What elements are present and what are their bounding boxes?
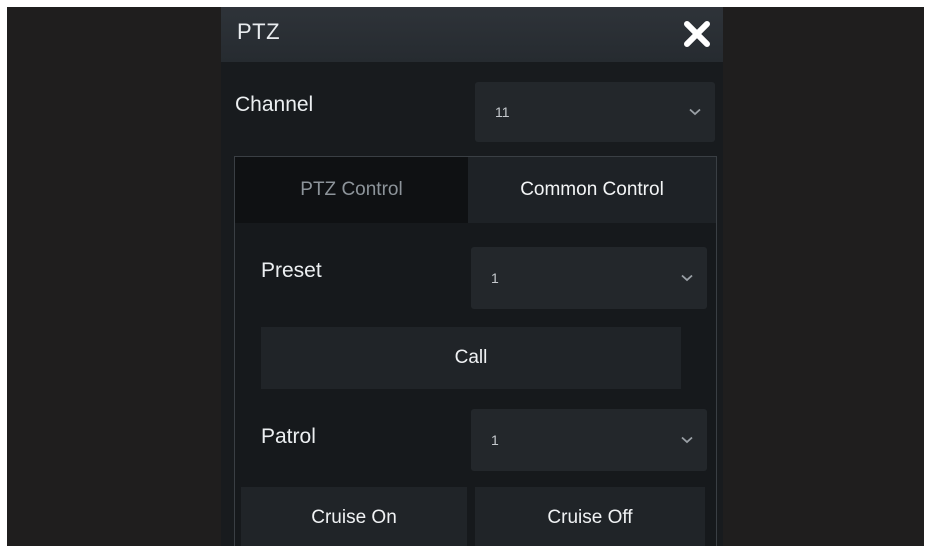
close-icon[interactable] <box>679 16 715 52</box>
preset-label: Preset <box>261 259 322 282</box>
chevron-down-icon <box>681 436 693 444</box>
call-button[interactable]: Call <box>261 327 681 389</box>
tab-common-control[interactable]: Common Control <box>468 157 716 223</box>
channel-label: Channel <box>235 93 314 116</box>
channel-select[interactable]: 11 <box>475 82 715 142</box>
patrol-value: 1 <box>491 432 499 448</box>
preset-select[interactable]: 1 <box>471 247 707 309</box>
dialog-title: PTZ <box>237 19 281 44</box>
cruise-on-button[interactable]: Cruise On <box>241 487 467 546</box>
cruise-off-button[interactable]: Cruise Off <box>475 487 705 546</box>
tab-ptz-control[interactable]: PTZ Control <box>235 157 468 223</box>
chevron-down-icon <box>681 274 693 282</box>
dialog-title-bar: PTZ <box>221 7 723 62</box>
ptz-dialog: PTZ Channel 11 PTZ Control Common Contro… <box>221 7 723 546</box>
cruise-off-label: Cruise Off <box>547 507 633 528</box>
control-group: PTZ Control Common Control Preset 1 Call… <box>234 156 717 546</box>
tab-ptz-control-label: PTZ Control <box>300 179 403 200</box>
chevron-down-icon <box>689 108 701 116</box>
screen-frame: PTZ Channel 11 PTZ Control Common Contro… <box>7 7 924 546</box>
tab-common-control-label: Common Control <box>520 179 664 200</box>
channel-value: 11 <box>495 104 510 120</box>
preset-value: 1 <box>491 270 499 286</box>
call-button-label: Call <box>454 347 488 368</box>
patrol-select[interactable]: 1 <box>471 409 707 471</box>
cruise-on-label: Cruise On <box>311 507 397 528</box>
patrol-label: Patrol <box>261 425 316 448</box>
